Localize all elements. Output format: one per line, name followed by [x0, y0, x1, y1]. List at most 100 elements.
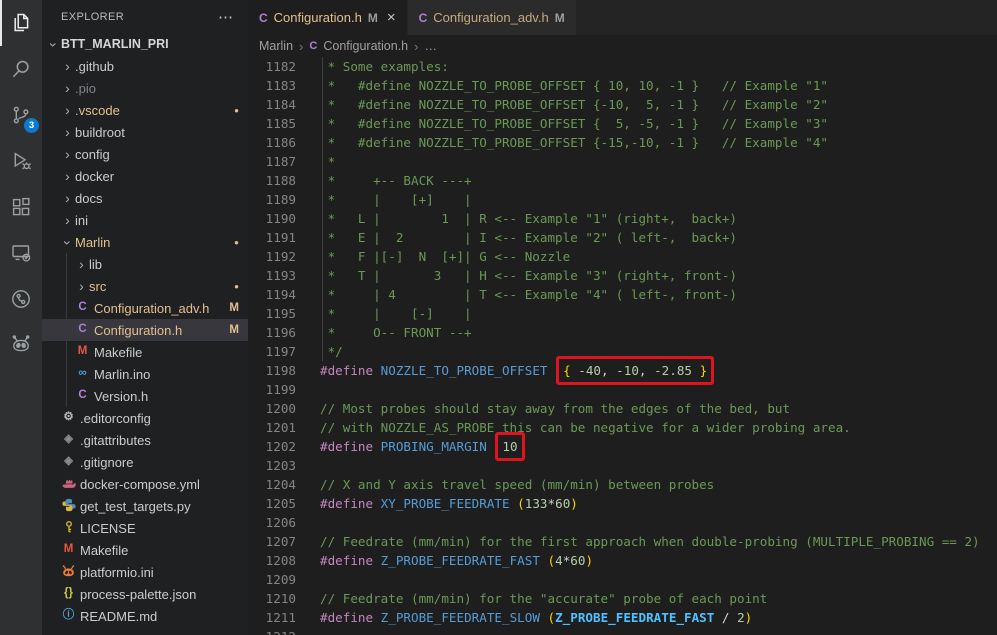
- line-number: 1185: [248, 114, 296, 133]
- tree-folder-.vscode[interactable]: ›.vscode●: [42, 99, 248, 121]
- activity-search-button[interactable]: [0, 46, 42, 92]
- breadcrumb-file[interactable]: Configuration.h: [323, 39, 408, 53]
- sidebar-header: EXPLORER ⋯: [42, 0, 248, 33]
- tree-item-label: src: [89, 279, 106, 294]
- code-text: [296, 456, 320, 475]
- code-line[interactable]: 1186 * #define NOZZLE_TO_PROBE_OFFSET {-…: [248, 133, 997, 152]
- tree-file-.gitattributes[interactable]: ◈.gitattributes: [42, 429, 248, 451]
- chevron-right-icon: ›: [60, 191, 75, 205]
- code-line[interactable]: 1195 * | [-] |: [248, 304, 997, 323]
- code-line[interactable]: 1191 * E | 2 | I <-- Example "2" ( left-…: [248, 228, 997, 247]
- code-line[interactable]: 1193 * T | 3 | H <-- Example "3" (right+…: [248, 266, 997, 285]
- code-line[interactable]: 1198#define NOZZLE_TO_PROBE_OFFSET { -40…: [248, 361, 997, 380]
- c-header-file-icon: C: [309, 40, 317, 52]
- code-line[interactable]: 1212: [248, 627, 997, 635]
- code-line[interactable]: 1187 *: [248, 152, 997, 171]
- code-line[interactable]: 1201// with NOZZLE_AS_PROBE this can be …: [248, 418, 997, 437]
- tree-item-label: lib: [89, 257, 102, 272]
- tree-file-Version.h[interactable]: CVersion.h: [42, 385, 248, 407]
- tree-folder-src[interactable]: ›src●: [42, 275, 248, 297]
- tree-folder-.pio[interactable]: ›.pio: [42, 77, 248, 99]
- tree-file-docker-compose.yml[interactable]: docker-compose.yml: [42, 473, 248, 495]
- code-line[interactable]: 1206: [248, 513, 997, 532]
- code-editor[interactable]: 1182 * Some examples:1183 * #define NOZZ…: [248, 57, 997, 635]
- activity-run-debug-button[interactable]: [0, 138, 42, 184]
- tree-file-Makefile[interactable]: MMakefile: [42, 539, 248, 561]
- code-line[interactable]: 1190 * L | 1 | R <-- Example "1" (right+…: [248, 209, 997, 228]
- code-line[interactable]: 1209: [248, 570, 997, 589]
- code-text: * | 4 | T <-- Example "4" ( left-, front…: [296, 285, 737, 304]
- code-line[interactable]: 1189 * | [+] |: [248, 190, 997, 209]
- code-line[interactable]: 1202#define PROBING_MARGIN 10: [248, 437, 997, 456]
- more-actions-icon[interactable]: ⋯: [218, 8, 234, 26]
- code-line[interactable]: 1188 * +-- BACK ---+: [248, 171, 997, 190]
- line-number: 1187: [248, 152, 296, 171]
- tab-configuration-adv-h[interactable]: C Configuration_adv.h M: [408, 0, 576, 35]
- tab-label: Configuration_adv.h: [433, 10, 548, 25]
- tab-configuration-h[interactable]: C Configuration.h M ×: [248, 0, 407, 35]
- code-text: // Most probes should stay away from the…: [296, 399, 790, 418]
- editor-group: C Configuration.h M × C Configuration_ad…: [248, 0, 997, 635]
- code-text: * #define NOZZLE_TO_PROBE_OFFSET {-10, 5…: [296, 95, 828, 114]
- tree-file-Marlin.ino[interactable]: ∞Marlin.ino: [42, 363, 248, 385]
- activity-source-control-button[interactable]: 3: [0, 92, 42, 138]
- code-text: #define PROBING_MARGIN 10: [296, 437, 526, 456]
- line-number: 1193: [248, 266, 296, 285]
- code-line[interactable]: 1192 * F |[-] N [+]| G <-- Nozzle: [248, 247, 997, 266]
- json-file-icon: {}: [60, 588, 77, 600]
- breadcrumb-folder[interactable]: Marlin: [259, 39, 293, 53]
- tree-file-Configuration.h[interactable]: CConfiguration.hM: [42, 319, 248, 341]
- breadcrumb-symbol-ellipsis[interactable]: …: [424, 39, 437, 53]
- tree-file-Configuration_adv.h[interactable]: CConfiguration_adv.hM: [42, 297, 248, 319]
- code-line[interactable]: 1211#define Z_PROBE_FEEDRATE_SLOW (Z_PRO…: [248, 608, 997, 627]
- code-text: */: [296, 342, 343, 361]
- code-line[interactable]: 1196 * O-- FRONT --+: [248, 323, 997, 342]
- tree-folder-docker[interactable]: ›docker: [42, 165, 248, 187]
- code-line[interactable]: 1205#define XY_PROBE_FEEDRATE (133*60): [248, 494, 997, 513]
- tree-item-label: .editorconfig: [80, 411, 151, 426]
- code-line[interactable]: 1185 * #define NOZZLE_TO_PROBE_OFFSET { …: [248, 114, 997, 133]
- tree-folder-config[interactable]: ›config: [42, 143, 248, 165]
- code-line[interactable]: 1183 * #define NOZZLE_TO_PROBE_OFFSET { …: [248, 76, 997, 95]
- code-line[interactable]: 1208#define Z_PROBE_FEEDRATE_FAST (4*60): [248, 551, 997, 570]
- tree-folder-BTT_MARLIN_PRI[interactable]: ›BTT_MARLIN_PRI: [42, 33, 248, 55]
- code-line[interactable]: 1207// Feedrate (mm/min) for the first a…: [248, 532, 997, 551]
- activity-source-control-graph-button[interactable]: [0, 276, 42, 322]
- tree-file-Makefile[interactable]: MMakefile: [42, 341, 248, 363]
- tree-item-label: platformio.ini: [80, 565, 154, 580]
- code-text: * | [+] |: [296, 190, 472, 209]
- tree-folder-lib[interactable]: ›lib: [42, 253, 248, 275]
- tree-folder-.github[interactable]: ›.github: [42, 55, 248, 77]
- tree-file-LICENSE[interactable]: LICENSE: [42, 517, 248, 539]
- tree-item-label: get_test_targets.py: [80, 499, 191, 514]
- tree-file-process-palette.json[interactable]: {}process-palette.json: [42, 583, 248, 605]
- tree-folder-Marlin[interactable]: ›Marlin●: [42, 231, 248, 253]
- close-tab-icon[interactable]: ×: [387, 9, 396, 26]
- tab-bar: C Configuration.h M × C Configuration_ad…: [248, 0, 997, 35]
- tree-file-README.md[interactable]: ⓘREADME.md: [42, 605, 248, 627]
- docker-file-icon: [60, 476, 77, 493]
- tree-folder-docs[interactable]: ›docs: [42, 187, 248, 209]
- activity-remote-explorer-button[interactable]: [0, 230, 42, 276]
- activity-platformio-button[interactable]: [0, 322, 42, 368]
- line-number: 1196: [248, 323, 296, 342]
- code-line[interactable]: 1182 * Some examples:: [248, 57, 997, 76]
- code-line[interactable]: 1184 * #define NOZZLE_TO_PROBE_OFFSET {-…: [248, 95, 997, 114]
- activity-explorer-button[interactable]: [0, 0, 42, 46]
- line-number: 1194: [248, 285, 296, 304]
- code-line[interactable]: 1194 * | 4 | T <-- Example "4" ( left-, …: [248, 285, 997, 304]
- tree-file-platformio.ini[interactable]: platformio.ini: [42, 561, 248, 583]
- code-line[interactable]: 1204// X and Y axis travel speed (mm/min…: [248, 475, 997, 494]
- line-number: 1201: [248, 418, 296, 437]
- remote-explorer-icon: [9, 241, 33, 265]
- tree-file-get_test_targets.py[interactable]: get_test_targets.py: [42, 495, 248, 517]
- code-line[interactable]: 1200// Most probes should stay away from…: [248, 399, 997, 418]
- activity-extensions-button[interactable]: [0, 184, 42, 230]
- code-line[interactable]: 1203: [248, 456, 997, 475]
- line-number: 1183: [248, 76, 296, 95]
- tree-folder-buildroot[interactable]: ›buildroot: [42, 121, 248, 143]
- code-line[interactable]: 1210// Feedrate (mm/min) for the "accura…: [248, 589, 997, 608]
- tree-file-.editorconfig[interactable]: ⚙.editorconfig: [42, 407, 248, 429]
- tree-folder-ini[interactable]: ›ini: [42, 209, 248, 231]
- tree-file-.gitignore[interactable]: ◈.gitignore: [42, 451, 248, 473]
